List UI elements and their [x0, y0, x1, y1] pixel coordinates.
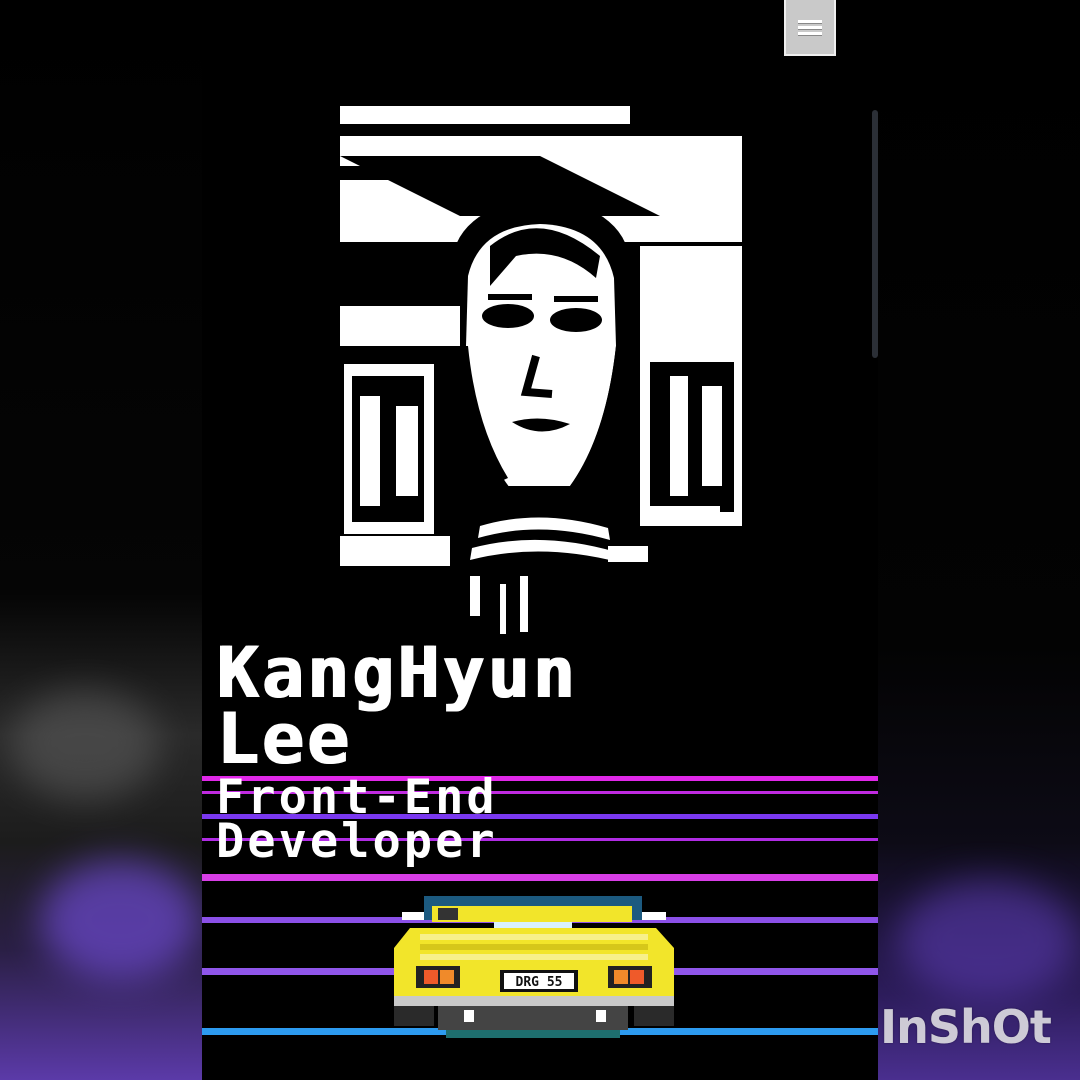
profile-role: Front-End Developer: [216, 774, 498, 865]
menu-button[interactable]: [784, 0, 836, 56]
blurred-backdrop-left: [0, 0, 202, 1080]
portfolio-screen: KangHyun Lee Front-End Developer DRG 55: [202, 0, 878, 1080]
profile-role-line2: Developer: [216, 814, 498, 869]
profile-name-last: Lee: [216, 698, 352, 780]
hamburger-menu-icon: [798, 17, 822, 38]
inshot-watermark: InShOt: [880, 1000, 1052, 1054]
retro-car-illustration: DRG 55: [394, 896, 674, 1038]
blurred-backdrop-right: [878, 0, 1080, 1080]
profile-portrait: [340, 106, 742, 642]
scrollbar[interactable]: [872, 110, 878, 358]
license-plate-text: DRG 55: [516, 975, 563, 990]
profile-name: KangHyun Lee: [216, 638, 577, 774]
